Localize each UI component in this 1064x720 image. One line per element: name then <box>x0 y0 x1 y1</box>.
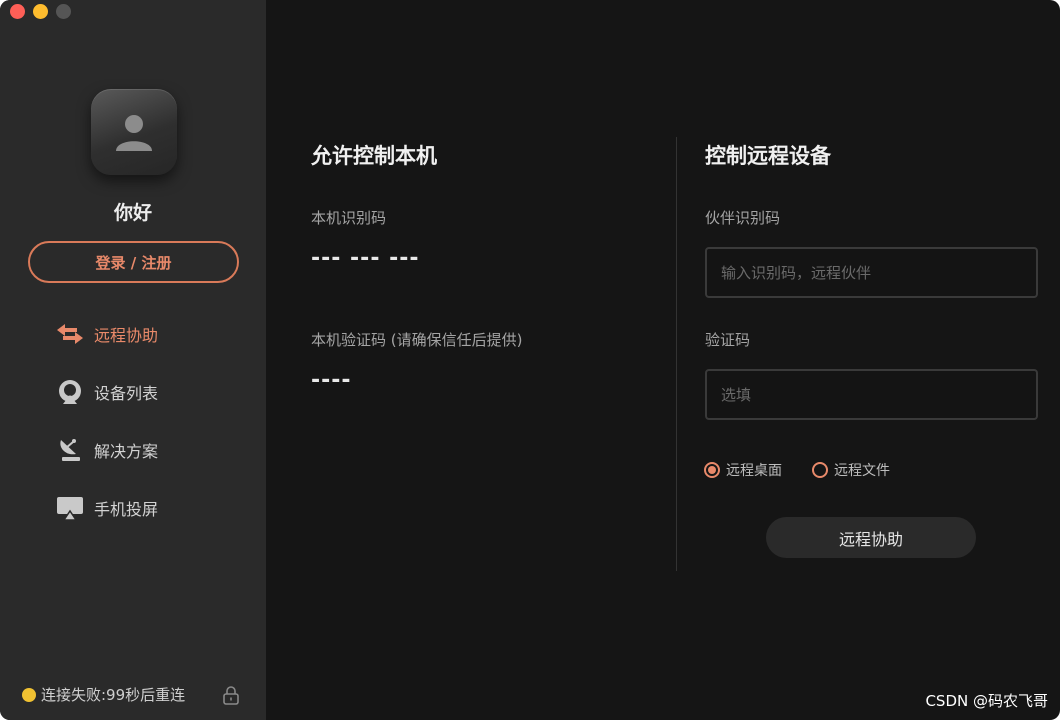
sidebar-nav: 远程协助 设备列表 解决方案 手机投屏 <box>54 305 158 537</box>
sidebar-item-device-list[interactable]: 设备列表 <box>54 363 158 421</box>
local-id-value: --- --- --- <box>311 246 420 271</box>
minimize-window-button[interactable] <box>33 4 48 19</box>
remote-control-title: 控制远程设备 <box>705 144 831 168</box>
sidebar-item-label: 远程协助 <box>94 326 159 345</box>
close-window-button[interactable] <box>10 4 25 19</box>
sidebar-item-label: 设备列表 <box>94 384 159 403</box>
status-text: 连接失败:99秒后重连 <box>41 686 186 704</box>
radio-checked-icon <box>704 462 720 478</box>
remote-assist-button[interactable]: 远程协助 <box>766 517 976 558</box>
watermark-text: CSDN @码农飞哥 <box>925 692 1048 710</box>
window-controls <box>10 4 71 19</box>
connection-status: 连接失败:99秒后重连 <box>22 684 185 705</box>
maximize-window-button[interactable] <box>56 4 71 19</box>
screen-cast-icon <box>54 493 86 523</box>
column-divider <box>676 137 677 571</box>
local-id-label: 本机识别码 <box>311 209 387 227</box>
radio-label: 远程桌面 <box>726 463 782 479</box>
sidebar-item-screen-cast[interactable]: 手机投屏 <box>54 479 158 537</box>
user-icon <box>116 115 152 151</box>
connection-mode-group: 远程桌面 远程文件 <box>704 460 920 480</box>
local-code-label: 本机验证码 (请确保信任后提供) <box>311 331 523 349</box>
device-list-icon <box>54 377 86 407</box>
main-panel: 允许控制本机 本机识别码 --- --- --- 本机验证码 (请确保信任后提供… <box>266 0 1060 720</box>
local-code-value: ---- <box>311 368 352 393</box>
lock-icon[interactable] <box>222 685 240 709</box>
radio-label: 远程文件 <box>834 463 890 479</box>
radio-remote-desktop[interactable]: 远程桌面 <box>704 460 782 480</box>
swap-arrows-icon <box>54 319 86 349</box>
partner-id-label: 伙伴识别码 <box>705 209 781 227</box>
avatar[interactable] <box>91 89 177 175</box>
sidebar-item-solutions[interactable]: 解决方案 <box>54 421 158 479</box>
allow-control-title: 允许控制本机 <box>311 144 437 168</box>
radio-unchecked-icon <box>812 462 828 478</box>
sidebar-item-label: 解决方案 <box>94 442 159 461</box>
sidebar-item-remote-assist[interactable]: 远程协助 <box>54 305 158 363</box>
app-window: 你好 登录 / 注册 远程协助 设备列表 解决方案 手机投屏 连接失败:99秒后… <box>0 0 1060 720</box>
status-dot-icon <box>22 687 36 702</box>
sidebar: 你好 登录 / 注册 远程协助 设备列表 解决方案 手机投屏 连接失败:99秒后… <box>0 0 266 720</box>
partner-id-input[interactable] <box>705 247 1038 298</box>
verify-code-label: 验证码 <box>705 331 751 349</box>
sidebar-item-label: 手机投屏 <box>94 500 159 519</box>
greeting-text: 你好 <box>113 202 152 224</box>
login-register-button[interactable]: 登录 / 注册 <box>28 241 239 283</box>
verify-code-input[interactable] <box>705 369 1038 420</box>
satellite-dish-icon <box>54 435 86 465</box>
radio-remote-file[interactable]: 远程文件 <box>812 460 890 480</box>
